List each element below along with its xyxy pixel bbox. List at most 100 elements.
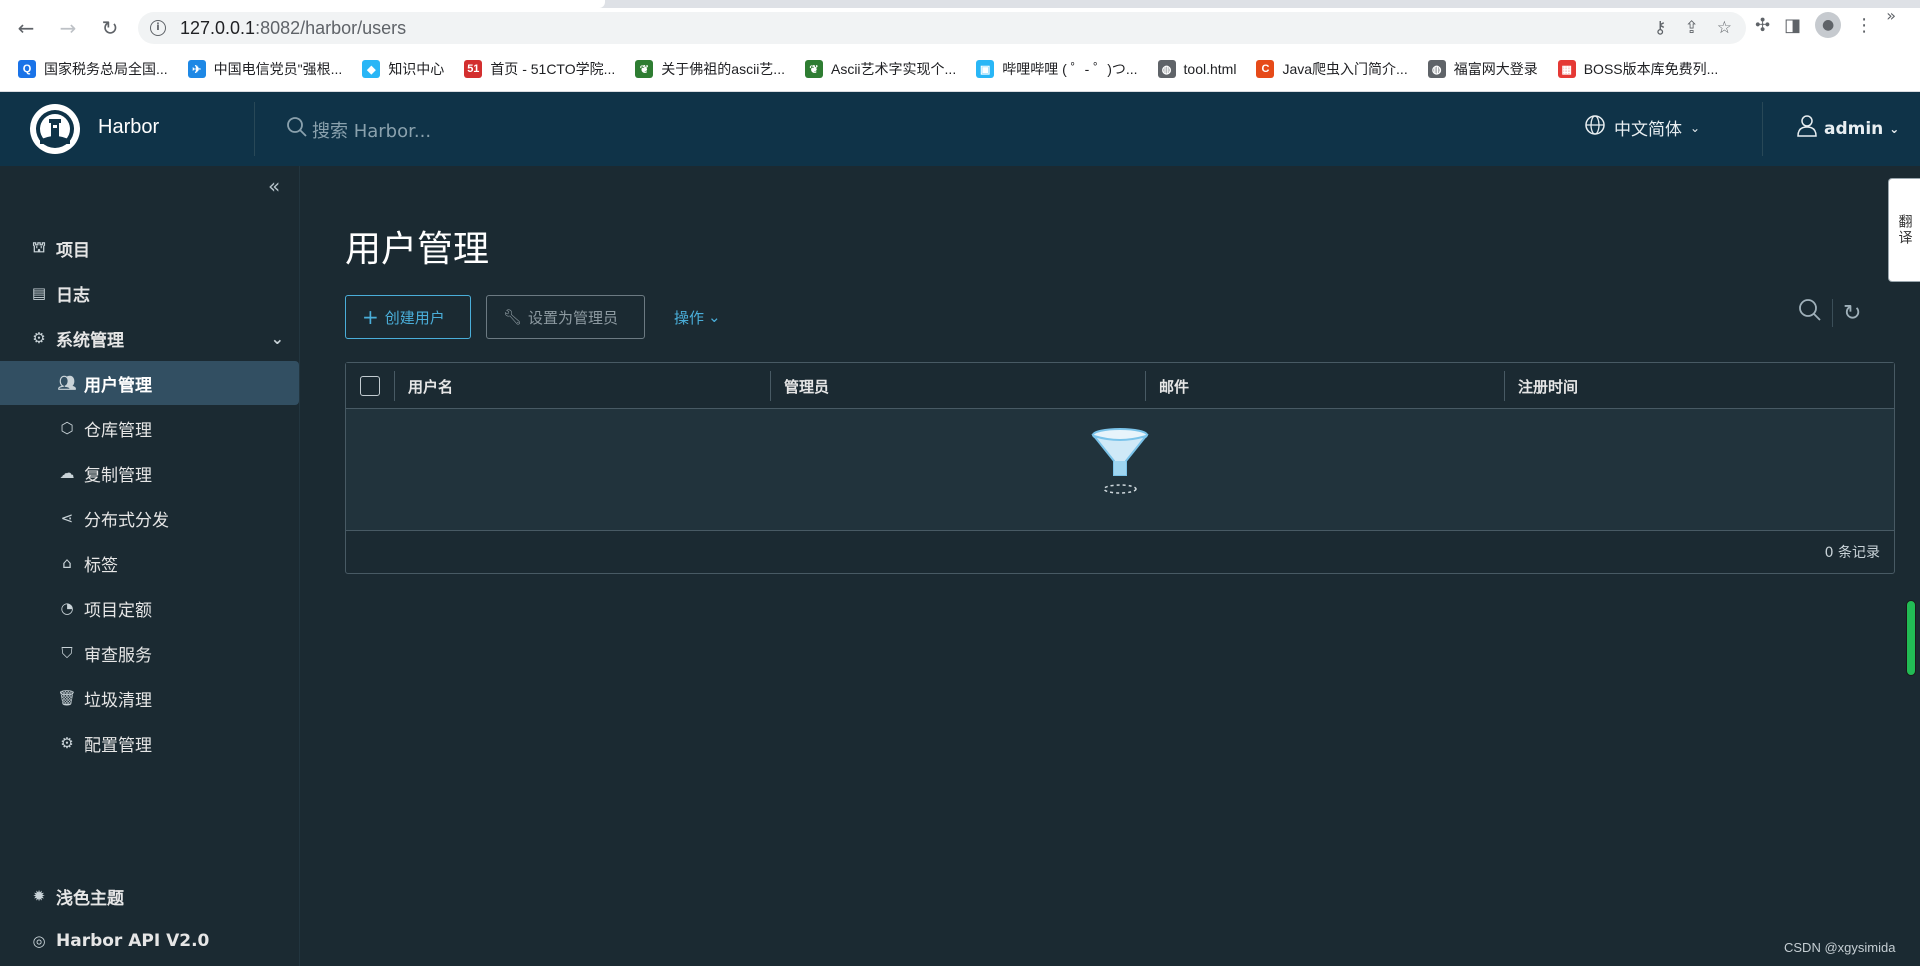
url-text[interactable]: 127.0.0.1:8082/harbor/users (180, 18, 406, 39)
bookmark-item[interactable]: ❦ Ascii艺术字实现个... (804, 59, 957, 79)
extensions-icon[interactable]: ✣ (1755, 15, 1770, 36)
language-selector[interactable]: 中文简体 ⌄ (1584, 114, 1700, 141)
profile-avatar[interactable]: ● (1815, 12, 1842, 38)
share-icon[interactable]: ⇪ (1685, 18, 1699, 38)
column-admin[interactable]: 管理员 (784, 363, 829, 409)
sidebar-item-distribution[interactable]: ⋖ 分布式分发 (0, 496, 300, 540)
bookmark-favicon-icon: ◍ (1157, 60, 1176, 78)
sidebar-item-label: 复制管理 (84, 465, 152, 486)
column-divider[interactable] (1145, 371, 1146, 401)
back-icon[interactable]: ← (10, 12, 42, 44)
sidebar-item-label: 用户管理 (84, 375, 152, 396)
users-datagrid: 用户名 管理员 邮件 注册时间 0 条记录 (345, 362, 1895, 574)
browser-chrome: ← → ↻ i 127.0.0.1:8082/harbor/users ⚷ ⇪ … (0, 0, 1920, 92)
chevron-down-icon: ⌄ (1889, 121, 1900, 136)
grid-header: 用户名 管理员 邮件 注册时间 (346, 363, 1894, 409)
harbor-logo[interactable] (30, 104, 80, 154)
address-bar[interactable]: i 127.0.0.1:8082/harbor/users ⚷ ⇪ ☆ (138, 12, 1746, 44)
reload-icon[interactable]: ↻ (94, 12, 126, 44)
create-user-label: 创建用户 (384, 308, 445, 327)
active-tab[interactable] (0, 0, 605, 8)
side-panel-icon[interactable]: ◨ (1784, 15, 1801, 36)
plus-icon: + (362, 305, 379, 329)
sidebar-item-tag[interactable]: ⌂ 标签 (0, 541, 300, 585)
header-divider (254, 102, 255, 156)
bookmark-item[interactable]: 51 首页 - 51CTO学院... (464, 59, 615, 79)
bookmark-item[interactable]: ◍ tool.html (1157, 60, 1236, 78)
tool-divider (1832, 299, 1833, 327)
select-all-checkbox[interactable] (360, 376, 380, 396)
grid-footer: 0 条记录 (346, 531, 1894, 573)
theme-label: 浅色主题 (56, 888, 124, 909)
brand-name[interactable]: Harbor (98, 116, 159, 139)
registry-icon: ⬡ (60, 419, 74, 437)
column-divider[interactable] (1504, 371, 1505, 401)
bookmark-item[interactable]: ✈ 中国电信党员"强根... (187, 59, 343, 79)
user-menu[interactable]: admin ⌄ (1796, 114, 1899, 143)
sidebar-item-quota[interactable]: ◔ 项目定额 (0, 586, 300, 630)
sidebar-item-registry[interactable]: ⬡ 仓库管理 (0, 406, 300, 450)
bookmark-item[interactable]: Q 国家税务总局全国... (18, 59, 168, 79)
sidebar-item-logs[interactable]: ▤ 日志 (0, 271, 300, 315)
column-divider[interactable] (770, 371, 771, 401)
chevron-down-icon: ⌄ (1690, 120, 1701, 135)
sidebar-item-users[interactable]: 👥︎ 用户管理 (0, 361, 299, 405)
bookmark-item[interactable]: ▦ BOSS版本库免费列... (1557, 59, 1719, 79)
scrollbar-thumb[interactable] (1906, 600, 1916, 676)
star-icon[interactable]: ☆ (1717, 18, 1732, 38)
projects-icon: ⛫ (32, 238, 46, 256)
search-input[interactable]: 搜索 Harbor... (312, 117, 431, 143)
bookmark-label: 中国电信党员"强根... (213, 61, 343, 77)
collapse-sidebar-icon[interactable]: « (268, 174, 280, 198)
translate-side-tab[interactable]: 翻译 (1888, 178, 1920, 282)
search-icon[interactable] (1798, 298, 1822, 328)
bookmark-label: Ascii艺术字实现个... (830, 61, 957, 77)
main-content: 用户管理 + 创建用户 🔧︎ 设置为管理员 操作 ⌄ ↻ 用户名 管理员 邮件 … (300, 166, 1920, 966)
admin-icon: ⚙ (32, 329, 46, 347)
tag-icon: ⌂ (62, 554, 72, 572)
menu-icon[interactable]: ⋮ (1855, 15, 1873, 36)
logs-icon: ▤ (31, 284, 47, 302)
site-info-icon[interactable]: i (150, 20, 166, 36)
chevron-down-icon[interactable]: ⌄ (271, 329, 284, 348)
sidebar-item-replication[interactable]: ☁ 复制管理 (0, 451, 300, 495)
bookmark-label: BOSS版本库免费列... (1583, 61, 1719, 77)
column-username[interactable]: 用户名 (408, 363, 453, 409)
column-register-time[interactable]: 注册时间 (1518, 363, 1578, 409)
chevron-down-icon: ⌄ (708, 308, 721, 326)
bookmark-item[interactable]: ❦ 关于佛祖的ascii艺... (635, 59, 785, 79)
sidebar-item-trash[interactable]: 🗑︎ 垃圾清理 (0, 676, 300, 720)
column-email[interactable]: 邮件 (1159, 363, 1189, 409)
forward-icon[interactable]: → (52, 12, 84, 44)
sidebar-item-projects[interactable]: ⛫ 项目 (0, 226, 300, 270)
create-user-button[interactable]: + 创建用户 (345, 295, 471, 339)
bookmark-label: 知识中心 (388, 61, 445, 77)
users-icon: 👥︎ (57, 374, 77, 392)
key-icon[interactable]: ⚷ (1654, 18, 1666, 38)
set-admin-button[interactable]: 🔧︎ 设置为管理员 (486, 295, 645, 339)
refresh-icon[interactable]: ↻ (1843, 301, 1861, 326)
bookmark-item[interactable]: ◆ 知识中心 (362, 59, 444, 79)
bookmarks-more-icon[interactable]: » (1886, 6, 1896, 25)
sidebar-item-shield[interactable]: ⛉ 审查服务 (0, 631, 300, 675)
bookmark-item[interactable]: ◍ 福富网大登录 (1427, 59, 1538, 79)
sidebar-item-label: 配置管理 (84, 735, 152, 756)
distribution-icon: ⋖ (60, 509, 74, 527)
harbor-api-link[interactable]: ◎ Harbor API V2.0 (0, 919, 300, 963)
bookmark-label: 哔哩哔哩 ( ゜- ゜)つ... (1002, 61, 1138, 77)
sidebar-item-admin[interactable]: ⚙ 系统管理 ⌄ (0, 316, 300, 360)
bookmark-label: Java爬虫入门简介... (1282, 61, 1408, 77)
theme-toggle[interactable]: ✹ 浅色主题 (0, 874, 300, 918)
bookmark-favicon-icon: ◍ (1427, 60, 1446, 78)
actions-dropdown-button[interactable]: 操作 ⌄ (658, 295, 737, 339)
sidebar-item-gear[interactable]: ⚙ 配置管理 (0, 721, 300, 765)
set-admin-label: 设置为管理员 (528, 308, 619, 327)
wrench-icon: 🔧︎ (503, 308, 523, 326)
global-search[interactable]: 搜索 Harbor... (286, 116, 431, 143)
bookmark-item[interactable]: C Java爬虫入门简介... (1256, 59, 1408, 79)
bookmark-item[interactable]: ▣ 哔哩哔哩 ( ゜- ゜)つ... (976, 59, 1138, 79)
gear-icon: ⚙ (60, 734, 74, 752)
url-host: 127.0.0.1 (180, 17, 256, 38)
bookmark-favicon-icon: C (1256, 60, 1275, 78)
sidebar-item-label: 系统管理 (56, 330, 124, 351)
